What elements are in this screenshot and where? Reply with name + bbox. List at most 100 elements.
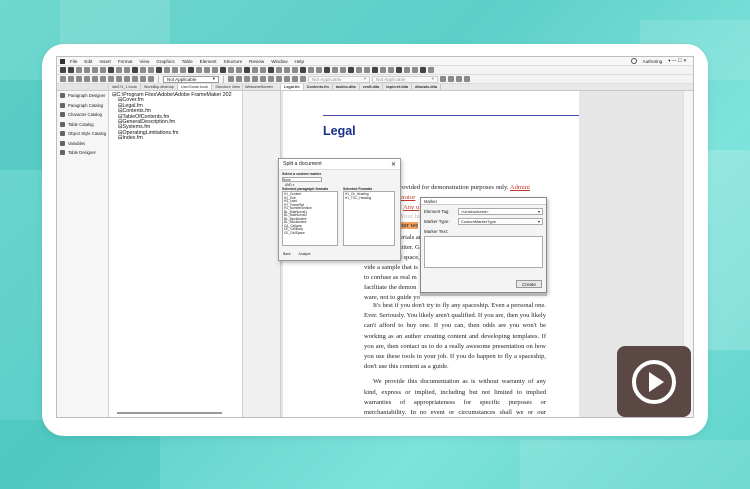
toolbar-icon[interactable]	[276, 76, 282, 82]
tab-vesft[interactable]: vesft.dita	[360, 84, 384, 90]
toolbar-icon[interactable]	[92, 76, 98, 82]
toolbar-icon[interactable]	[204, 67, 210, 73]
menu-structure[interactable]: Structure	[224, 59, 243, 64]
tab-welcome[interactable]: WelcomeScreen	[243, 84, 280, 91]
menu-format[interactable]: Format	[118, 59, 133, 64]
toolbar-icon[interactable]	[76, 67, 82, 73]
toolbar-icon[interactable]	[364, 67, 370, 73]
panel-item-paragraph-catalog[interactable]: Paragraph Catalog	[57, 101, 108, 111]
toolbar-icon[interactable]	[260, 76, 266, 82]
menu-file[interactable]: File	[70, 59, 77, 64]
toolbar-icon[interactable]	[116, 76, 122, 82]
tab-userguide[interactable]: UserGuide.book	[177, 84, 213, 90]
tab-lab074[interactable]: lab074_1.book	[109, 84, 141, 90]
toolbar-icon[interactable]	[448, 76, 454, 82]
panel-item-object-style-catalog[interactable]: Object Style Catalog	[57, 129, 108, 139]
tab-taskbx[interactable]: taskbx.dita	[333, 84, 360, 90]
list-item[interactable]: H1_TOC_Heading	[345, 196, 393, 201]
panel-item-character-catalog[interactable]: Character Catalog	[57, 110, 108, 120]
window-controls[interactable]: ▾ — ☐ ✕	[668, 58, 687, 64]
toolbar-icon[interactable]	[252, 76, 258, 82]
toolbar-icon[interactable]	[172, 67, 178, 73]
menu-view[interactable]: View	[139, 59, 149, 64]
menu-help[interactable]: Help	[295, 59, 304, 64]
toolbar-icon[interactable]	[404, 67, 410, 73]
toolbar-icon[interactable]	[348, 67, 354, 73]
toolbar-icon[interactable]	[332, 67, 338, 73]
toolbar-icon[interactable]	[268, 67, 274, 73]
toolbar-icon[interactable]	[188, 67, 194, 73]
toolbar-icon[interactable]	[228, 67, 234, 73]
toolbar-icon[interactable]	[308, 67, 314, 73]
toolbar-icon[interactable]	[60, 67, 66, 73]
toolbar-icon[interactable]	[284, 67, 290, 73]
element-tag-select[interactable]: <Unstructured> ▾	[458, 208, 543, 215]
toolbar-icon[interactable]	[456, 76, 462, 82]
toolbar-icon[interactable]	[388, 67, 394, 73]
toolbar-icon[interactable]	[164, 67, 170, 73]
tab-workbkp[interactable]: WorkBkp.ditamap	[141, 84, 178, 90]
character-format-select[interactable]: Not Applicable ▾	[308, 75, 370, 83]
menu-element[interactable]: Element	[200, 59, 217, 64]
toolbar-icon[interactable]	[252, 67, 258, 73]
toolbar-icon[interactable]	[244, 76, 250, 82]
search-icon[interactable]	[630, 58, 637, 64]
tab-contents[interactable]: Contents.fm	[304, 84, 333, 90]
toolbar-icon[interactable]	[132, 67, 138, 73]
play-button[interactable]	[617, 346, 691, 417]
panel-item-table-designer[interactable]: Table Designer	[57, 148, 108, 158]
doc-link[interactable]: erator	[400, 194, 415, 201]
toolbar-icon[interactable]	[140, 67, 146, 73]
toolbar-icon[interactable]	[464, 76, 470, 82]
toolbar-icon[interactable]	[148, 67, 154, 73]
panel-item-variables[interactable]: Variables	[57, 139, 108, 149]
back-button[interactable]: Back	[283, 252, 291, 256]
toolbar-icon[interactable]	[268, 76, 274, 82]
toolbar-icon[interactable]	[148, 76, 154, 82]
tree-item[interactable]: ⊟Index.fm	[112, 135, 239, 141]
menu-edit[interactable]: Edit	[84, 59, 92, 64]
toolbar-icon[interactable]	[180, 67, 186, 73]
toolbar-icon[interactable]	[260, 67, 266, 73]
toolbar-icon[interactable]	[60, 76, 66, 82]
toolbar-icon[interactable]	[236, 76, 242, 82]
panel-item-table-catalog[interactable]: Table Catalog	[57, 120, 108, 130]
toolbar-icon[interactable]	[196, 67, 202, 73]
paragraph-format-list[interactable]: H1_Content H2_Sub H3_Lead HT_FrameSet H1…	[282, 191, 338, 246]
menu-window[interactable]: Window	[271, 59, 287, 64]
toolbar-icon[interactable]	[68, 76, 74, 82]
selected-format-list[interactable]: H1_Ch_Heading H1_TOC_Heading	[343, 191, 395, 246]
toolbar-icon[interactable]	[100, 67, 106, 73]
create-button[interactable]: Create	[516, 280, 542, 288]
toolbar-icon[interactable]	[124, 67, 130, 73]
toolbar-icon[interactable]	[76, 76, 82, 82]
close-icon[interactable]: ✕	[391, 161, 396, 168]
toolbar-icon[interactable]	[300, 67, 306, 73]
menu-graphics[interactable]: Graphics	[156, 59, 174, 64]
marker-dialog-scrollbar[interactable]	[420, 293, 547, 296]
analyze-button[interactable]: Analyze	[299, 252, 311, 256]
toolbar-icon[interactable]	[244, 67, 250, 73]
toolbar-icon[interactable]	[284, 76, 290, 82]
toolbar-icon[interactable]	[84, 67, 90, 73]
toolbar-icon[interactable]	[156, 67, 162, 73]
horizontal-scrollbar[interactable]	[117, 412, 222, 414]
toolbar-icon[interactable]	[108, 67, 114, 73]
panel-item-paragraph-designer[interactable]: Paragraph Designer	[57, 91, 108, 101]
toolbar-icon[interactable]	[292, 67, 298, 73]
toolbar-icon[interactable]	[340, 67, 346, 73]
custom-marker-select[interactable]: None	[282, 177, 322, 182]
tab-ditavals[interactable]: ditavals.dita	[412, 84, 441, 90]
table-format-select[interactable]: Not Applicable ▾	[372, 75, 438, 83]
menu-insert[interactable]: Insert	[99, 59, 111, 64]
toolbar-icon[interactable]	[124, 76, 130, 82]
toolbar-icon[interactable]	[116, 67, 122, 73]
tab-legal[interactable]: Legal.fm	[281, 84, 304, 90]
list-item[interactable]: CE_CellSpace	[284, 231, 336, 236]
toolbar-icon[interactable]	[68, 67, 74, 73]
toolbar-icon[interactable]	[324, 67, 330, 73]
workspace-switcher[interactable]: Authoring	[643, 59, 663, 64]
marker-type-select[interactable]: CustomMarkerType ▾	[458, 218, 543, 225]
doc-link[interactable]: Admini	[510, 184, 530, 191]
paragraph-format-select[interactable]: Not Applicable ▾	[163, 75, 219, 83]
